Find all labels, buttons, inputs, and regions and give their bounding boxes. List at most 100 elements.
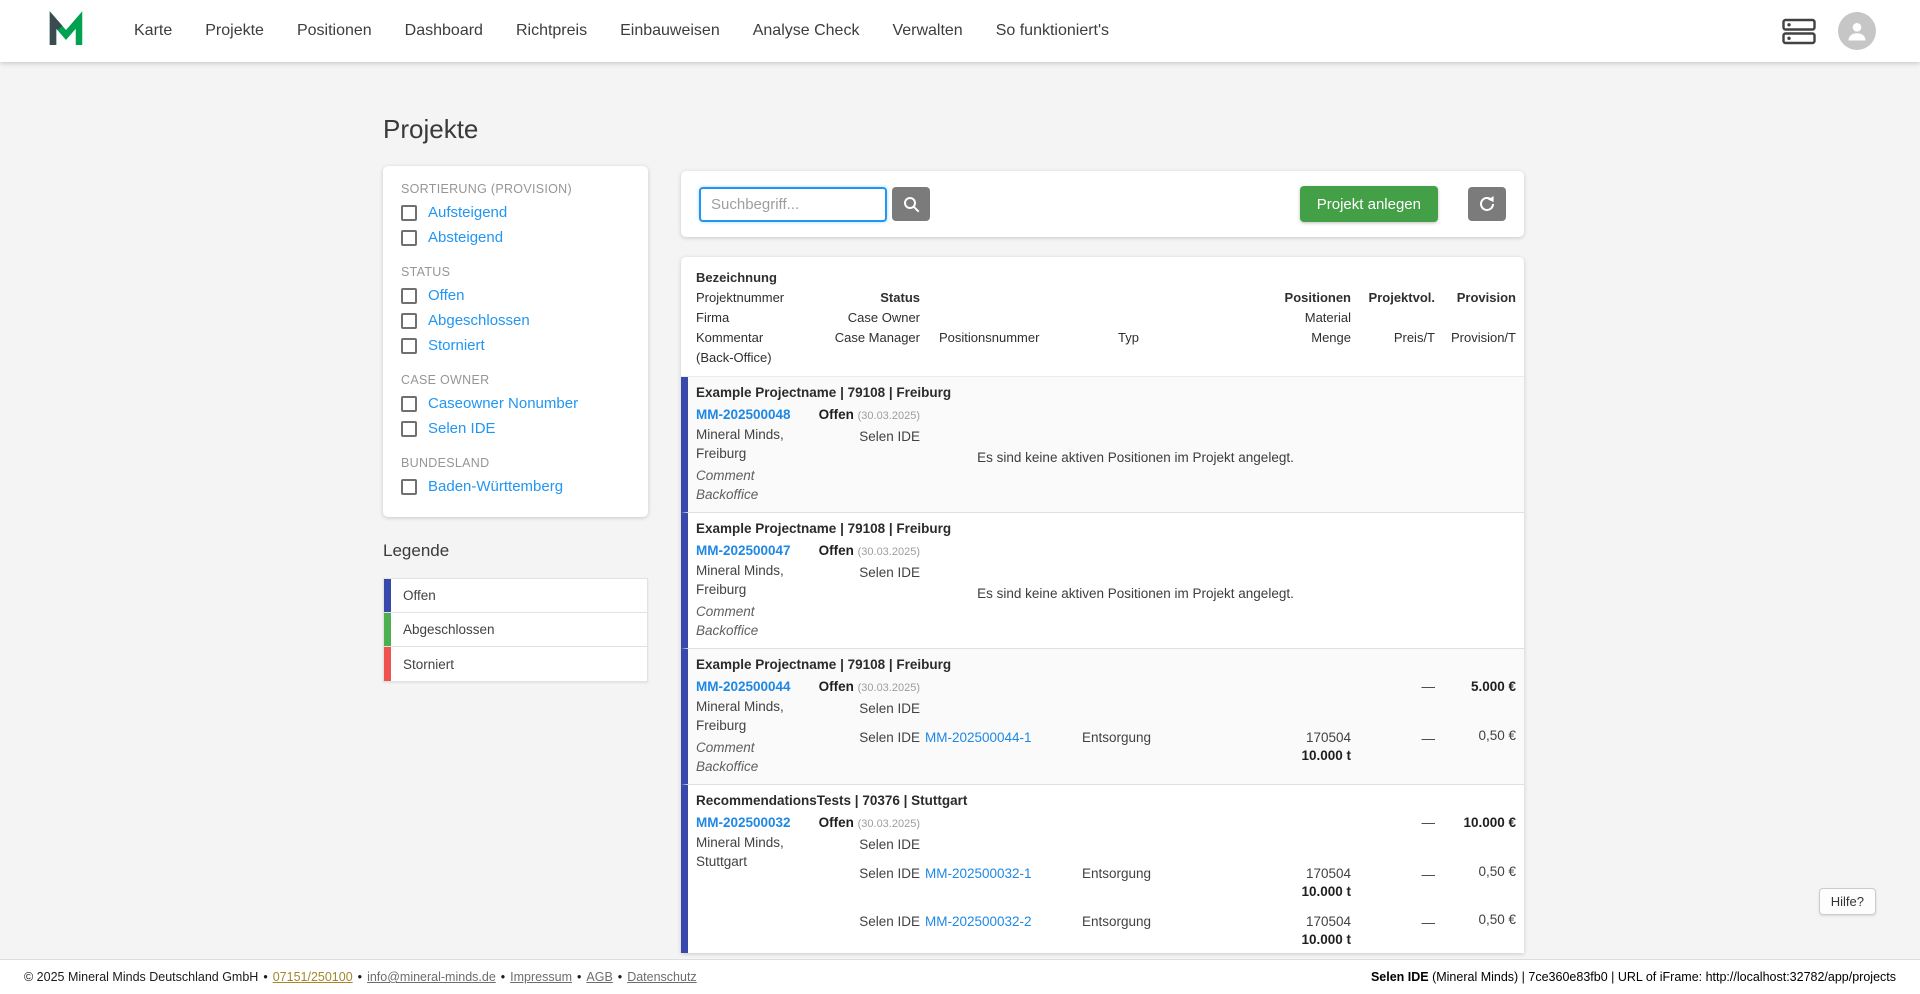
position-row: Selen IDE MM-202500032-1 Entsorgung 170504 1… xyxy=(816,864,1524,912)
project-group: RecommendationsTests | 70376 | Stuttgart… xyxy=(681,785,1524,953)
project-company: Mineral Minds, xyxy=(696,699,784,714)
status-date: (30.03.2025) xyxy=(857,546,920,558)
nav-item-karte[interactable]: Karte xyxy=(134,22,172,40)
project-comment: Comment xyxy=(696,604,755,619)
header-label-typ: Typ xyxy=(1118,330,1139,345)
help-button[interactable]: Hilfe? xyxy=(1818,888,1876,915)
checkbox-icon[interactable] xyxy=(401,229,417,246)
projects-table-card: Bezeichnung Projektnummer Firma Kommentar (B… xyxy=(681,257,1524,953)
position-preis-t: — xyxy=(1421,731,1436,746)
project-number-link[interactable]: MM-202500044 xyxy=(696,676,816,697)
filter-option-label: Storniert xyxy=(428,337,485,354)
footer-link-datenschutz[interactable]: Datenschutz xyxy=(627,970,696,984)
nav-item-positionen[interactable]: Positionen xyxy=(297,22,372,40)
project-group-title: Example Projectname | 79108 | Freiburg xyxy=(696,657,952,672)
project-company: Mineral Minds, xyxy=(696,427,784,442)
project-number-link[interactable]: MM-202500032 xyxy=(696,812,816,833)
nav-item-so-funktioniert-s[interactable]: So funktioniert's xyxy=(996,22,1109,40)
footer-link-impressum[interactable]: Impressum xyxy=(510,970,572,984)
nav-item-richtpreis[interactable]: Richtpreis xyxy=(516,22,587,40)
filter-option-selen-ide[interactable]: Selen IDE xyxy=(401,416,630,441)
position-menge: 10.000 t xyxy=(1301,748,1351,763)
refresh-button[interactable] xyxy=(1468,187,1506,221)
checkbox-icon[interactable] xyxy=(401,420,417,437)
footer-link-agb[interactable]: AGB xyxy=(586,970,612,984)
legend-title: Legende xyxy=(383,541,450,560)
header-label-projektvol: Projektvol. xyxy=(1368,290,1435,305)
position-case-owner: Selen IDE xyxy=(859,730,920,745)
footer-link-07151-250100[interactable]: 07151/250100 xyxy=(273,970,353,984)
checkbox-icon[interactable] xyxy=(401,395,417,412)
position-menge: 10.000 t xyxy=(1301,932,1351,947)
position-case-owner: Selen IDE xyxy=(859,866,920,881)
nav-item-dashboard[interactable]: Dashboard xyxy=(405,22,483,40)
nav-item-projekte[interactable]: Projekte xyxy=(205,22,264,40)
mineral-minds-logo[interactable] xyxy=(46,11,86,51)
project-backoffice-comment: Backoffice xyxy=(696,487,759,502)
filter-option-label: Offen xyxy=(428,287,465,304)
user-avatar[interactable] xyxy=(1838,12,1876,50)
nav-item-analyse-check[interactable]: Analyse Check xyxy=(753,22,860,40)
filter-section-heading-status: STATUS xyxy=(401,265,451,279)
search-button[interactable] xyxy=(892,187,930,221)
filter-option-label: Selen IDE xyxy=(428,420,496,437)
footer-copyright: © 2025 Mineral Minds Deutschland GmbH xyxy=(24,970,259,984)
position-provision-t: 0,50 € xyxy=(1478,912,1516,927)
filter-option-storniert[interactable]: Storniert xyxy=(401,333,630,358)
position-material: 170504 xyxy=(1305,866,1351,881)
status-label: Offen xyxy=(818,679,854,694)
project-provision-total: 10.000 € xyxy=(1463,815,1516,830)
header-label-case-owner: Case Owner xyxy=(847,310,920,325)
filter-option-aufsteigend[interactable]: Aufsteigend xyxy=(401,200,630,225)
refresh-icon xyxy=(1480,196,1494,211)
filter-sections: SORTIERUNG (PROVISION) Aufsteigend Absteig… xyxy=(401,182,630,499)
search-icon xyxy=(903,196,919,212)
filter-option-label: Absteigend xyxy=(428,229,504,246)
position-row: Selen IDE MM-202500044-1 Entsorgung 170504 1… xyxy=(816,728,1524,776)
project-company: Mineral Minds, xyxy=(696,563,784,578)
project-group-title: Example Projectname | 79108 | Freiburg xyxy=(696,385,952,400)
table-header: Bezeichnung Projektnummer Firma Kommentar (B… xyxy=(681,257,1524,377)
position-preis-t: — xyxy=(1421,915,1436,930)
filter-option-baden-württemberg[interactable]: Baden-Württemberg xyxy=(401,474,630,499)
checkbox-icon[interactable] xyxy=(401,478,417,495)
filter-option-abgeschlossen[interactable]: Abgeschlossen xyxy=(401,308,630,333)
case-owner: Selen IDE xyxy=(859,837,920,852)
position-number-link[interactable]: MM-202500044-1 xyxy=(925,730,1032,745)
project-preis-t: — xyxy=(1421,679,1436,694)
nav-item-verwalten[interactable]: Verwalten xyxy=(892,22,962,40)
project-company: Freiburg xyxy=(696,446,747,461)
search-input[interactable] xyxy=(699,186,887,222)
status-date: (30.03.2025) xyxy=(857,682,920,694)
status-date: (30.03.2025) xyxy=(857,410,920,422)
legend-color-bar xyxy=(384,647,391,681)
filter-option-caseowner-nonumber[interactable]: Caseowner Nonumber xyxy=(401,391,630,416)
position-menge: 10.000 t xyxy=(1301,884,1351,899)
project-number-link[interactable]: MM-202500048 xyxy=(696,404,816,425)
checkbox-icon[interactable] xyxy=(401,287,417,304)
position-provision-t: 0,50 € xyxy=(1478,864,1516,879)
checkbox-icon[interactable] xyxy=(401,312,417,329)
nav-item-einbauweisen[interactable]: Einbauweisen xyxy=(620,22,720,40)
project-backoffice-comment: Backoffice xyxy=(696,623,759,638)
status-label: Offen xyxy=(818,815,854,830)
project-company: Freiburg xyxy=(696,582,747,597)
filter-option-label: Aufsteigend xyxy=(428,204,508,221)
checkbox-icon[interactable] xyxy=(401,204,417,221)
checkbox-icon[interactable] xyxy=(401,337,417,354)
filter-option-offen[interactable]: Offen xyxy=(401,283,630,308)
position-number-link[interactable]: MM-202500032-2 xyxy=(925,914,1032,929)
project-group-title: Example Projectname | 79108 | Freiburg xyxy=(696,521,952,536)
position-row: Selen IDE MM-202500032-2 Entsorgung 170504 1… xyxy=(816,912,1524,953)
position-number-link[interactable]: MM-202500032-1 xyxy=(925,866,1032,881)
filter-option-absteigend[interactable]: Absteigend xyxy=(401,225,630,250)
project-group: Example Projectname | 79108 | Freiburg MM… xyxy=(681,649,1524,785)
server-icon[interactable] xyxy=(1782,18,1816,45)
legend-item-label: Storniert xyxy=(403,656,455,672)
header-label-provision-t: Provision/T xyxy=(1450,330,1516,345)
create-project-button[interactable]: Projekt anlegen xyxy=(1299,186,1438,222)
position-case-owner: Selen IDE xyxy=(859,914,920,929)
footer-link-info-mineral-minds-de[interactable]: info@mineral-minds.de xyxy=(367,970,496,984)
project-comment: Comment xyxy=(696,468,755,483)
project-number-link[interactable]: MM-202500047 xyxy=(696,540,816,561)
